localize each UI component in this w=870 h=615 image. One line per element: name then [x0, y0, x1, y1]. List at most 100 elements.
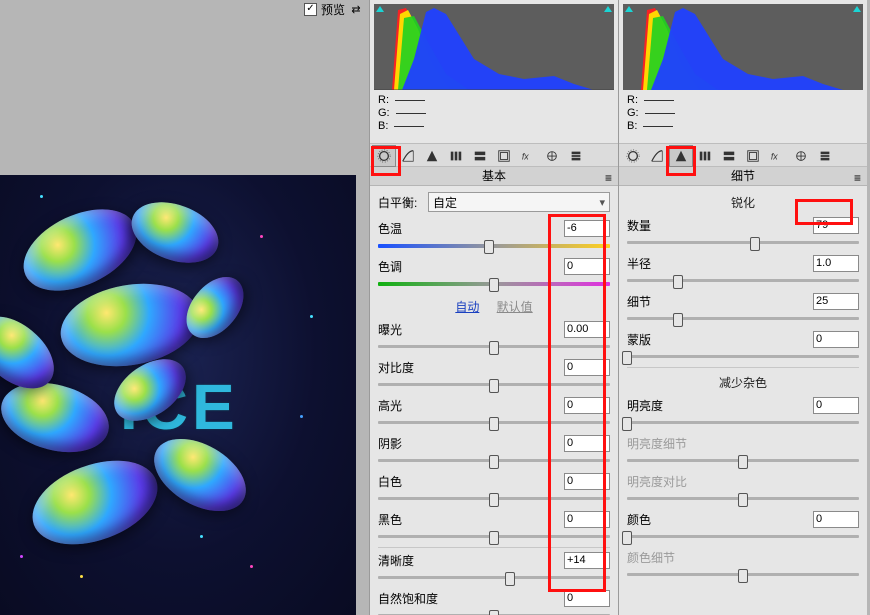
slider-label: 对比度	[378, 359, 438, 376]
tab-fx-icon[interactable]: fx	[765, 145, 789, 167]
slider-track[interactable]	[378, 278, 610, 288]
preview-pane: ✓ 预览 ⇄ ICE	[0, 0, 369, 615]
slider-label: 自然饱和度	[378, 590, 438, 607]
slider-value[interactable]: 0.00	[564, 321, 610, 338]
slider-track[interactable]	[378, 417, 610, 427]
slider-value[interactable]: 1.0	[813, 255, 859, 272]
svg-text:fx: fx	[522, 152, 529, 162]
tab-lens-icon[interactable]	[492, 145, 516, 167]
histogram[interactable]	[623, 4, 863, 90]
slider-track[interactable]	[378, 341, 610, 351]
preview-checkbox[interactable]: ✓	[304, 3, 317, 16]
tab-basic-icon[interactable]	[372, 145, 396, 167]
tab-curve-icon[interactable]	[396, 145, 420, 167]
slider-thumb[interactable]	[622, 417, 632, 431]
auto-link[interactable]: 自动	[455, 300, 479, 314]
tab-lens-icon[interactable]	[741, 145, 765, 167]
tab-presets-icon[interactable]	[564, 145, 588, 167]
slider-thumb[interactable]	[738, 493, 748, 507]
tab-hsl-icon[interactable]	[444, 145, 468, 167]
slider-thumb[interactable]	[489, 610, 499, 615]
tab-calib-icon[interactable]	[540, 145, 564, 167]
slider-thumb[interactable]	[738, 569, 748, 583]
slider-thumb[interactable]	[489, 379, 499, 393]
slider-track[interactable]	[627, 313, 859, 323]
slider-track[interactable]	[627, 417, 859, 427]
slider-label: 曝光	[378, 321, 438, 338]
slider-value[interactable]: 25	[813, 293, 859, 310]
histogram-area: R: G: B:	[370, 0, 618, 143]
slider-track[interactable]	[627, 493, 859, 503]
slider-thumb[interactable]	[489, 531, 499, 545]
slider-track[interactable]	[627, 531, 859, 541]
slider-track[interactable]	[627, 455, 859, 465]
tab-hsl-icon[interactable]	[693, 145, 717, 167]
preview-label: 预览	[321, 1, 345, 18]
slider-thumb[interactable]	[673, 313, 683, 327]
slider-value[interactable]: 0	[564, 359, 610, 376]
section-noise: 减少杂色	[627, 370, 859, 395]
slider-value[interactable]: 0	[564, 435, 610, 452]
slider-thumb[interactable]	[622, 531, 632, 545]
tab-detail-icon[interactable]	[669, 145, 693, 167]
slider-thumb[interactable]	[738, 455, 748, 469]
slider-label: 细节	[627, 293, 687, 310]
slider-value[interactable]: 0	[813, 511, 859, 528]
panel-title-basic: 基本 ≡	[370, 167, 618, 186]
slider-value[interactable]: 0	[564, 590, 610, 607]
slider-thumb[interactable]	[489, 455, 499, 469]
slider-track[interactable]	[627, 275, 859, 285]
panel-menu-icon[interactable]: ≡	[605, 169, 612, 187]
slider-label: 色温	[378, 220, 438, 237]
slider-thumb[interactable]	[622, 351, 632, 365]
slider-track[interactable]	[378, 493, 610, 503]
tab-basic-icon[interactable]	[621, 145, 645, 167]
tab-presets-icon[interactable]	[813, 145, 837, 167]
slider-track[interactable]	[378, 610, 610, 615]
tab-calib-icon[interactable]	[789, 145, 813, 167]
slider-track[interactable]	[378, 379, 610, 389]
swap-orientation-icon[interactable]: ⇄	[349, 3, 363, 16]
slider-track[interactable]	[627, 237, 859, 247]
slider-value[interactable]: 0	[564, 473, 610, 490]
slider-thumb[interactable]	[750, 237, 760, 251]
slider-track[interactable]	[627, 351, 859, 361]
slider-track[interactable]	[378, 531, 610, 541]
slider-label: 半径	[627, 255, 687, 272]
slider-value[interactable]: 0	[813, 331, 859, 348]
slider-track[interactable]	[627, 569, 859, 579]
default-link[interactable]: 默认值	[497, 300, 533, 314]
slider-label: 白色	[378, 473, 438, 490]
slider-value[interactable]: 79	[813, 217, 859, 234]
slider-track[interactable]	[378, 240, 610, 250]
slider-thumb[interactable]	[484, 240, 494, 254]
wb-select[interactable]: 自定▾	[428, 192, 610, 212]
histogram[interactable]	[374, 4, 614, 90]
slider-value[interactable]: +14	[564, 552, 610, 569]
panel-menu-icon[interactable]: ≡	[854, 169, 861, 187]
slider-label: 色调	[378, 258, 438, 275]
tab-split-icon[interactable]	[468, 145, 492, 167]
rgb-readout: R: G: B:	[623, 94, 863, 133]
slider-thumb[interactable]	[505, 572, 515, 586]
slider-thumb[interactable]	[489, 341, 499, 355]
tab-detail-icon[interactable]	[420, 145, 444, 167]
slider-thumb[interactable]	[489, 417, 499, 431]
slider-thumb[interactable]	[489, 278, 499, 292]
slider-value[interactable]: 0	[564, 397, 610, 414]
preview-image: ICE	[0, 175, 356, 615]
slider-value[interactable]: 0	[564, 511, 610, 528]
tab-fx-icon[interactable]: fx	[516, 145, 540, 167]
tab-curve-icon[interactable]	[645, 145, 669, 167]
slider-track[interactable]	[378, 455, 610, 465]
slider-track[interactable]	[378, 572, 610, 582]
slider-thumb[interactable]	[673, 275, 683, 289]
slider-value[interactable]: -6	[564, 220, 610, 237]
slider-value[interactable]: 0	[564, 258, 610, 275]
slider-label: 阴影	[378, 435, 438, 452]
slider-thumb[interactable]	[489, 493, 499, 507]
tab-split-icon[interactable]	[717, 145, 741, 167]
slider-label: 颜色细节	[627, 549, 687, 566]
slider-value[interactable]: 0	[813, 397, 859, 414]
slider-label: 颜色	[627, 511, 687, 528]
